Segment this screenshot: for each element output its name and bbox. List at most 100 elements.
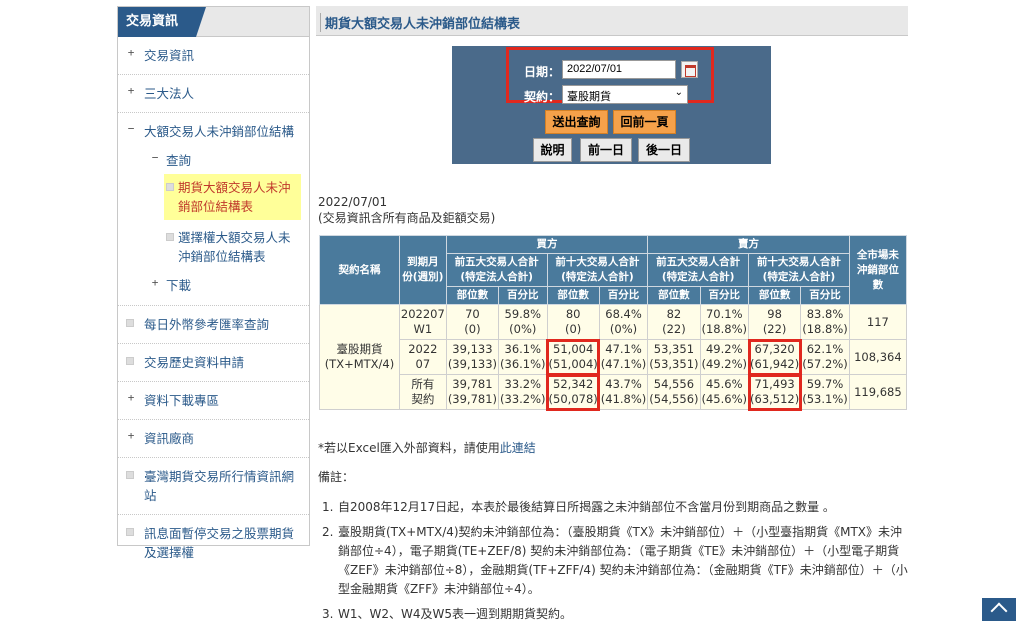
back-to-top-button[interactable]	[982, 598, 1016, 621]
plus-icon: +	[127, 46, 135, 59]
value: 39,133	[452, 342, 493, 356]
back-button[interactable]: 回前一頁	[613, 110, 676, 134]
header-buy: 買方	[445, 235, 649, 254]
sidebar-item-quote-site[interactable]: 臺灣期貨交易所行情資訊網站	[118, 458, 309, 515]
value: 98	[767, 307, 782, 321]
excel-note-text: *若以Excel匯入外部資料，請使用	[318, 441, 500, 455]
result-scope: (交易資訊含所有商品及鉅額交易)	[318, 211, 496, 225]
sidebar-item-label: 每日外幣參考匯率查詢	[144, 317, 270, 332]
sidebar-item-label: 三大法人	[144, 86, 195, 101]
value: 43.7%	[605, 377, 642, 391]
explain-button[interactable]: 說明	[533, 138, 572, 162]
value-sub: (53.1%)	[802, 392, 848, 406]
value-sub: (53,351)	[649, 357, 699, 371]
sidebar-sub-leaves: 期貨大額交易人未沖銷部位結構表 選擇權大額交易人未沖銷部位結構表	[150, 174, 301, 270]
sidebar-sub-download[interactable]: + 下載	[150, 272, 301, 299]
remark-text: W1、W2、W4及W5表一週到期期貨契約。	[338, 607, 573, 621]
value: 51,004	[553, 342, 594, 356]
sidebar-item-label: 交易資訊	[144, 48, 195, 63]
value: 52,342	[553, 377, 594, 391]
header-month: 到期月份(週別)	[398, 235, 447, 305]
query-panel: 日期： 2022/07/01 契約： 臺股期貨 ⌄ 送出查詢 回前一頁 說明 前…	[452, 46, 771, 164]
value-sub: (22)	[662, 322, 686, 336]
value-sub: (33.2%)	[500, 392, 546, 406]
value: 82	[666, 307, 682, 321]
header-pct: 百分比	[498, 286, 548, 305]
remark-item: 1. 自2008年12月17日起，本表於最後結算日所揭露之未沖銷部位不含當月份到期…	[318, 498, 910, 517]
value-cell: 53,351 (53,351)	[647, 339, 701, 375]
contract-select[interactable]: 臺股期貨 ⌄	[562, 85, 688, 104]
contract-label: 契約：	[523, 90, 560, 104]
sidebar-item-label: 大額交易人未沖銷部位結構	[144, 124, 295, 139]
value-sub: (54,556)	[649, 392, 699, 406]
value-cell: 49.2% (49.2%)	[699, 339, 750, 375]
header-sell-top10: 前十大交易人合計(特定法人合計)	[748, 253, 850, 287]
month-b: 契約	[411, 392, 435, 406]
bullet-icon	[126, 528, 134, 536]
header-buy-top10: 前十大交易人合計(特定法人合計)	[546, 253, 649, 287]
sidebar-sub-query[interactable]: − 查詢	[150, 147, 301, 174]
sidebar-item-label: 資訊廠商	[144, 431, 195, 446]
excel-link[interactable]: 此連結	[500, 441, 536, 455]
minus-icon: −	[127, 122, 135, 135]
value-sub: (49.2%)	[701, 357, 748, 371]
header-market: 全市場未沖銷部位數	[848, 235, 908, 305]
remark-item: 3. W1、W2、W4及W5表一週到期期貨契約。	[318, 605, 910, 621]
sidebar-item-large-trader[interactable]: − 大額交易人未沖銷部位結構 − 查詢 期貨大額交易人未沖銷部位結構表 選擇權大…	[118, 113, 309, 306]
value: 47.1%	[605, 342, 642, 356]
submit-query-button[interactable]: 送出查詢	[545, 110, 608, 134]
bullet-icon	[126, 357, 134, 365]
table-row: 2022 07 39,133 (39,133) 36.1% (36.1%) 51,00…	[320, 338, 908, 376]
value-cell-highlighted: 52,342 (50,078)	[546, 373, 601, 411]
header-contract: 契約名稱	[319, 235, 400, 305]
value-sub: (63,512)	[750, 392, 800, 406]
value-cell: 59.8% (0%)	[498, 304, 548, 340]
value: 45.6%	[705, 377, 743, 391]
value-cell-highlighted: 67,320 (61,942)	[747, 338, 802, 376]
sidebar-item-history-request[interactable]: 交易歷史資料申請	[118, 344, 309, 382]
value: 70	[465, 307, 480, 321]
sidebar-leaf-options-large-trader[interactable]: 選擇權大額交易人未沖銷部位結構表	[164, 224, 301, 270]
value-cell: 54,556 (54,556)	[647, 374, 701, 410]
remark-text: 臺股期貨(TX+MTX/4)契約未沖銷部位為：（臺股期貨《TX》未沖銷部位）＋（…	[338, 525, 908, 596]
sidebar-item-fx-rate[interactable]: 每日外幣參考匯率查詢	[118, 306, 309, 344]
market-cell: 119,685	[848, 374, 908, 410]
date-input[interactable]: 2022/07/01	[562, 60, 676, 79]
prev-day-button[interactable]: 前一日	[580, 138, 632, 162]
chevron-up-icon	[990, 602, 1008, 620]
bullet-icon	[126, 471, 134, 479]
value-sub: (39,133)	[447, 357, 498, 371]
value-sub: (45.6%)	[701, 392, 748, 406]
value-cell: 80 (0)	[546, 304, 600, 340]
sidebar-item-vendors[interactable]: + 資訊廠商	[118, 420, 309, 458]
value: 83.8%	[806, 307, 844, 321]
value-cell: 36.1% (36.1%)	[498, 339, 548, 375]
value-cell: 98 (22)	[748, 304, 802, 340]
next-day-button[interactable]: 後一日	[638, 138, 690, 162]
position-table: 契約名稱 到期月份(週別) 買方 賣方 全市場未沖銷部位數 前五大交易人合計(特…	[319, 235, 908, 411]
value: 49.2%	[705, 342, 743, 356]
value: 71,493	[754, 377, 795, 391]
excel-note: *若以Excel匯入外部資料，請使用此連結	[318, 439, 536, 456]
value-sub: (0)	[565, 322, 582, 336]
value: 36.1%	[504, 342, 542, 356]
header-sell-top5: 前五大交易人合計(特定法人合計)	[647, 253, 750, 287]
market-cell: 108,364	[848, 339, 908, 375]
sidebar-leaf-futures-large-trader[interactable]: 期貨大額交易人未沖銷部位結構表	[164, 174, 301, 220]
sidebar-item-download-zone[interactable]: + 資料下載專區	[118, 382, 309, 420]
contract-name-cell: 臺股期貨 (TX+MTX/4)	[319, 304, 400, 410]
table-row: 臺股期貨 (TX+MTX/4) 202207 W1 70 (0) 59.8% (0%)…	[319, 304, 908, 410]
page-header: 期貨大額交易人未沖銷部位結構表	[316, 6, 908, 36]
month-a: 所有	[411, 377, 435, 391]
market-cell: 117	[848, 304, 908, 340]
sidebar-item-trading-info[interactable]: + 交易資訊	[118, 37, 309, 75]
sidebar-header-tab: 交易資訊	[118, 7, 206, 37]
value-cell: 82 (22)	[647, 304, 701, 340]
table-body: 臺股期貨 (TX+MTX/4) 202207 W1 70 (0) 59.8% (0%)…	[319, 304, 908, 411]
value-sub: (61,942)	[750, 357, 800, 371]
sidebar-item-institutional[interactable]: + 三大法人	[118, 75, 309, 113]
month-b: 07	[415, 357, 431, 371]
remark-text: 自2008年12月17日起，本表於最後結算日所揭露之未沖銷部位不含當月份到期商品…	[338, 500, 835, 514]
calendar-icon[interactable]	[681, 61, 698, 78]
sidebar-item-suspension[interactable]: 訊息面暫停交易之股票期貨及選擇權	[118, 515, 309, 571]
